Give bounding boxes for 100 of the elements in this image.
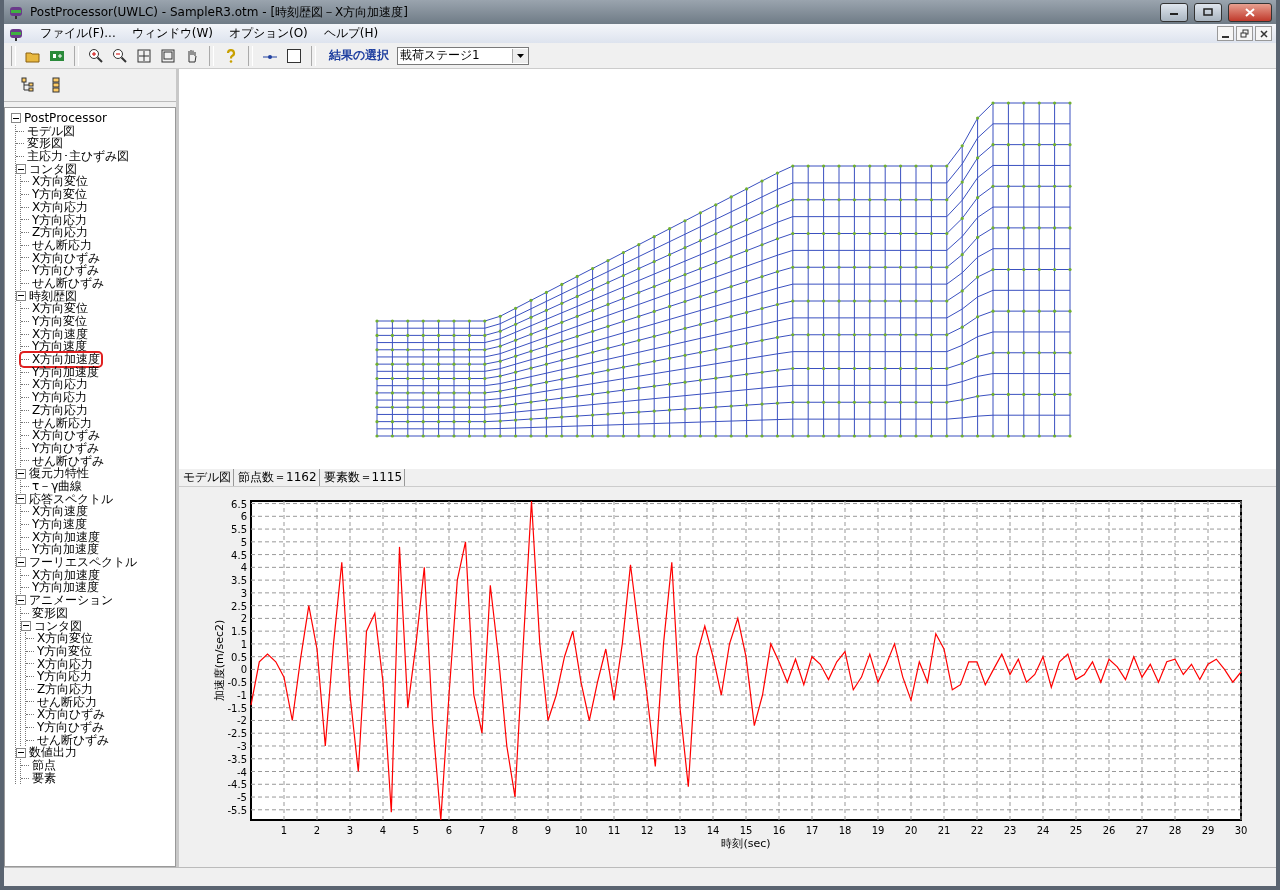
collapse-toggle[interactable]	[16, 493, 26, 504]
tree-item[interactable]: せん断応力	[31, 416, 93, 430]
tree-item[interactable]: X方向変位	[36, 632, 95, 645]
tree-item[interactable]: せん断ひずみ	[31, 276, 105, 290]
y-axis-title: 加速度(m/sec2)	[213, 619, 226, 702]
tick-label: 0.5	[231, 651, 247, 663]
maximize-button[interactable]	[1194, 2, 1222, 22]
tree-item[interactable]: Y方向変位	[31, 315, 89, 328]
menu-item[interactable]: オプション(O)	[228, 25, 308, 42]
tree-item[interactable]: 変形図	[26, 137, 64, 151]
tree-item[interactable]: フーリエスペクトル	[28, 556, 138, 569]
tick-label: 28	[1168, 825, 1182, 836]
tick-label: 29	[1201, 825, 1215, 836]
close-button[interactable]	[1228, 2, 1272, 22]
tick-label: 21	[937, 825, 951, 836]
collapse-toggle[interactable]	[16, 747, 26, 758]
tick-label: 13	[673, 825, 687, 836]
tree-item[interactable]: Y方向応力	[36, 670, 94, 683]
result-label: 結果の選択	[329, 47, 389, 64]
window-title: PostProcessor(UWLC) - SampleR3.otm - [時刻歴図－X方向加速度]	[30, 3, 409, 21]
tick-label: 1.5	[231, 626, 247, 638]
tick-label: 27	[1135, 825, 1149, 836]
tree-item[interactable]: Y方向変位	[36, 644, 94, 658]
tree-item[interactable]: τ－γ曲線	[31, 479, 84, 493]
stage-dropdown[interactable]: 載荷ステージ1	[397, 46, 529, 65]
maximize-icon	[1203, 8, 1213, 16]
tree-item[interactable]: せん断ひずみ	[36, 733, 110, 747]
menu-item[interactable]: ファイル(F)...	[40, 25, 116, 42]
tree-item[interactable]: 応答スペクトル	[28, 492, 114, 506]
tree-item[interactable]: X方向ひずみ	[31, 251, 102, 265]
tree-item[interactable]: 節点	[31, 759, 57, 772]
caret-icon	[517, 53, 524, 58]
menu-item[interactable]: ウィンドウ(W)	[131, 25, 213, 42]
tree-item[interactable]: Y方向速度	[31, 518, 89, 531]
tree-item[interactable]: X方向応力	[36, 657, 95, 671]
tick-label: 18	[838, 825, 852, 836]
tree-item[interactable]: PostProcessor	[23, 112, 108, 125]
menu-item[interactable]: ヘルプ(H)	[323, 25, 379, 42]
tree-item[interactable]: Y方向応力	[31, 391, 89, 404]
tree-item[interactable]: X方向変位	[31, 302, 90, 315]
tick-label: -1.5	[227, 702, 247, 714]
tree-item[interactable]: コンタ図	[33, 619, 83, 633]
restore-button[interactable]	[1236, 26, 1253, 41]
tree-item[interactable]: X方向速度	[31, 505, 90, 518]
collapse-toggle[interactable]	[16, 557, 26, 568]
tree-item[interactable]: アニメーション	[28, 594, 114, 607]
collapse-toggle[interactable]	[21, 620, 31, 631]
tree-item[interactable]: Y方向加速度	[31, 365, 101, 379]
tree-item[interactable]: モデル図	[26, 124, 76, 138]
collapse-toggle[interactable]	[16, 468, 26, 479]
tree-item[interactable]: 時刻歴図	[28, 289, 78, 303]
tick-label: -4	[237, 766, 247, 778]
tick-label: 12	[640, 825, 654, 836]
tree-item[interactable]: 数値出力	[28, 746, 78, 760]
close-button[interactable]	[1255, 26, 1272, 41]
tree-item[interactable]: 要素	[31, 771, 57, 785]
tick-label: 2	[240, 613, 247, 625]
tree-item[interactable]: X方向加速度	[31, 530, 102, 544]
tree-item[interactable]: Y方向ひずみ	[31, 441, 101, 455]
tree-item[interactable]: X方向速度	[31, 327, 90, 341]
tick-label: 9	[544, 825, 552, 836]
tick-label: 6.5	[231, 498, 247, 510]
tree-item[interactable]: Y方向加速度	[31, 543, 101, 557]
tree-item[interactable]: X方向ひずみ	[31, 429, 102, 442]
collapse-toggle[interactable]	[16, 290, 26, 301]
tree-item[interactable]: せん断ひずみ	[31, 454, 105, 468]
tick-label: 2	[313, 825, 321, 836]
tick-label: -2	[237, 715, 247, 727]
status-text: 節点数＝1162	[236, 469, 320, 486]
minimize-button[interactable]	[1160, 2, 1188, 22]
tree-item[interactable]: X方向ひずみ	[36, 708, 107, 721]
tree-item[interactable]: Y方向加速度	[31, 581, 101, 595]
tick-label: 24	[1036, 825, 1050, 836]
tree-item[interactable]: Z方向応力	[36, 682, 95, 696]
tick-label: 15	[739, 825, 753, 836]
tree-item[interactable]: コンタ図	[28, 162, 78, 176]
collapse-toggle[interactable]	[11, 113, 21, 124]
tree-item[interactable]: Y方向ひずみ	[36, 721, 106, 734]
tree-item[interactable]: 復元力特性	[28, 467, 90, 480]
tick-label: 8	[511, 825, 519, 836]
tree-item[interactable]: Y方向速度	[31, 340, 89, 354]
collapse-toggle[interactable]	[16, 164, 26, 175]
tree-item[interactable]: X方向変位	[31, 175, 90, 189]
restore-icon	[1240, 29, 1249, 38]
tree-item[interactable]: X方向応力	[31, 200, 90, 214]
tree-item[interactable]: 主応力･主ひずみ図	[26, 150, 130, 163]
tree-item[interactable]: Z方向応力	[31, 403, 90, 417]
tree-item[interactable]: せん断応力	[31, 238, 93, 252]
tree-item[interactable]: X方向加速度	[31, 568, 102, 582]
tree-item[interactable]: Z方向応力	[31, 226, 90, 239]
tree-item[interactable]: Y方向ひずみ	[31, 264, 101, 277]
minimize-button[interactable]	[1217, 26, 1234, 41]
status-text: 要素数＝1115	[321, 469, 406, 486]
tick-label: 0	[240, 664, 247, 676]
tick-label: 5	[412, 825, 420, 836]
tree-item[interactable]: 変形図	[31, 606, 69, 620]
tree-item[interactable]: せん断応力	[36, 695, 98, 709]
collapse-toggle[interactable]	[16, 595, 26, 606]
tree-item[interactable]: X方向応力	[31, 378, 90, 392]
tree-item[interactable]: Y方向変位	[31, 188, 89, 201]
